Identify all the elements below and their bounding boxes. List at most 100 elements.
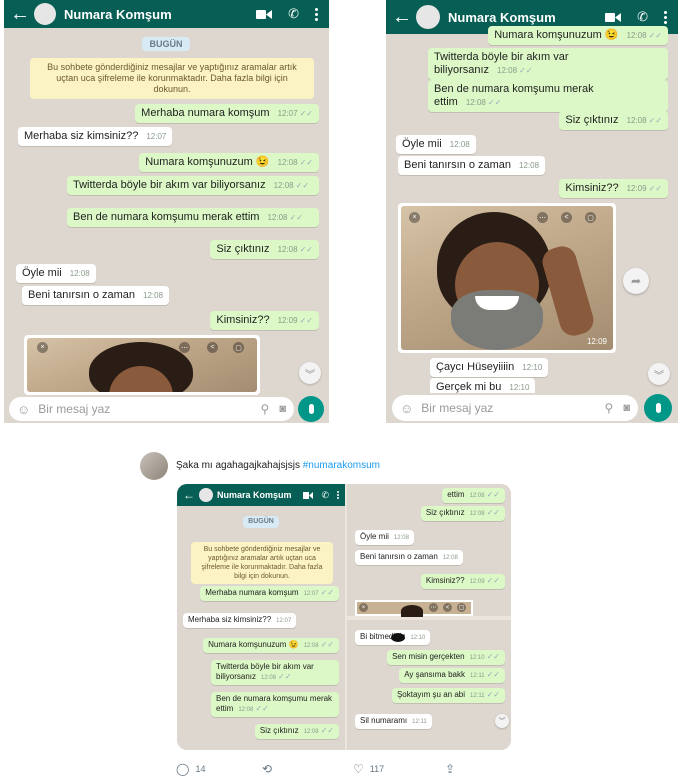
- contact-name[interactable]: Numara Komşum: [64, 7, 256, 22]
- outgoing-message[interactable]: Numara komşunuzum 😉 12:08 ✓✓: [203, 638, 339, 653]
- video-call-icon[interactable]: [605, 12, 622, 23]
- message-text: Öyle mii: [402, 138, 442, 150]
- mic-icon: [655, 403, 661, 413]
- image-close-icon[interactable]: ×: [409, 212, 420, 223]
- phone-call-icon[interactable]: ✆: [321, 490, 329, 501]
- outgoing-message[interactable]: Twitterda böyle bir akım var biliyorsanı…: [211, 660, 339, 685]
- image-save-icon[interactable]: ▢: [585, 212, 596, 223]
- outgoing-message[interactable]: Numara komşunuzum 😉 12:08 ✓✓: [139, 153, 319, 172]
- scroll-down-icon[interactable]: ︾: [299, 362, 321, 384]
- incoming-message[interactable]: Beni tanırsın o zaman 12:08: [398, 156, 546, 175]
- outgoing-message[interactable]: Kimsiniz?? 12:09 ✓✓: [559, 179, 668, 198]
- incoming-message[interactable]: Öyle mii 12:08: [355, 530, 414, 545]
- contact-avatar[interactable]: [34, 3, 56, 25]
- back-arrow-icon[interactable]: ←: [10, 3, 30, 26]
- incoming-message[interactable]: Sil numaramı 12:11: [355, 714, 432, 729]
- outgoing-message[interactable]: Siz çıktınız 12:08 ✓✓: [210, 240, 319, 259]
- menu-dots-icon[interactable]: [664, 10, 668, 24]
- outgoing-message[interactable]: Numara komşunuzum 😉 12:08 ✓✓: [488, 26, 668, 45]
- image-message[interactable]: × ⋯ < ▢ 12:09: [398, 203, 616, 353]
- share-button[interactable]: ⇪: [445, 762, 455, 776]
- input-bar: ☺ Bir mesaj yaz ⚲ ◙: [386, 393, 678, 423]
- mic-button[interactable]: [644, 394, 672, 422]
- message-time: 12:08: [465, 98, 486, 107]
- incoming-message[interactable]: Merhaba siz kimsiniz?? 12:07: [183, 613, 297, 628]
- menu-dots-icon[interactable]: [337, 491, 341, 499]
- incoming-message[interactable]: Çaycı Hüseyiiiin 12:10: [430, 358, 549, 377]
- incoming-message[interactable]: Merhaba siz kimsiniz?? 12:07: [18, 127, 173, 146]
- image-share-icon[interactable]: <: [561, 212, 572, 223]
- contact-name[interactable]: Numara Komşum: [217, 490, 303, 500]
- outgoing-message[interactable]: ettim 12:08 ✓✓: [442, 488, 505, 503]
- image-close-icon[interactable]: ×: [359, 603, 368, 612]
- message-time: 12:10: [522, 363, 543, 372]
- share-icon: ⇪: [445, 762, 456, 776]
- mic-button[interactable]: [298, 396, 324, 422]
- video-call-icon[interactable]: [256, 9, 273, 20]
- message-input[interactable]: ☺ Bir mesaj yaz ⚲ ◙: [392, 395, 638, 421]
- image-edit-icon[interactable]: ⋯: [429, 603, 438, 612]
- emoji-icon[interactable]: ☺: [400, 401, 413, 416]
- image-message-strip[interactable]: × ⋯ < ▢: [355, 600, 473, 617]
- read-receipt-icon: ✓✓: [278, 672, 292, 681]
- image-close-icon[interactable]: ×: [37, 342, 48, 353]
- like-button[interactable]: ♡ 117: [353, 762, 384, 776]
- outgoing-message[interactable]: Ben de numara komşumu merak ettim 12:08 ✓✓: [428, 80, 668, 112]
- outgoing-message[interactable]: Şoktayım şu an abi 12:11 ✓✓: [391, 688, 505, 703]
- outgoing-message[interactable]: Ben de numara komşumu merak ettim 12:08 ✓✓: [211, 692, 339, 717]
- contact-avatar[interactable]: [416, 5, 440, 29]
- image-share-icon[interactable]: <: [207, 342, 218, 353]
- scroll-down-icon[interactable]: ︾: [495, 714, 509, 728]
- encryption-notice[interactable]: Bu sohbete gönderdiğiniz mesajlar ve yap…: [30, 58, 314, 99]
- message-input[interactable]: ☺ Bir mesaj yaz ⚲ ◙: [9, 397, 294, 421]
- right-panel-top: ettim 12:08 ✓✓ Siz çıktınız 12:08 ✓✓ Öyle mii 1…: [347, 484, 511, 617]
- outgoing-message[interactable]: Kimsiniz?? 12:09 ✓✓: [420, 574, 505, 589]
- outgoing-message[interactable]: Sen misin gerçekten 12:10 ✓✓: [387, 650, 505, 665]
- outgoing-message[interactable]: Merhaba numara komşum 12:07 ✓✓: [135, 104, 319, 123]
- outgoing-message[interactable]: Siz çıktınız 12:08 ✓✓: [559, 111, 668, 130]
- back-arrow-icon[interactable]: ←: [183, 488, 195, 502]
- attach-icon[interactable]: ⚲: [261, 402, 270, 416]
- camera-icon[interactable]: ◙: [279, 403, 286, 415]
- image-share-icon[interactable]: <: [443, 603, 452, 612]
- menu-dots-icon[interactable]: [315, 7, 319, 21]
- back-arrow-icon[interactable]: ←: [392, 6, 412, 29]
- encryption-notice[interactable]: Bu sohbete gönderdiğiniz mesajlar ve yap…: [191, 542, 333, 584]
- image-time: 12:09: [586, 337, 607, 346]
- tweet-avatar[interactable]: [140, 452, 168, 480]
- tweet-hashtag[interactable]: #numarakomsum: [303, 460, 380, 471]
- attach-icon[interactable]: ⚲: [605, 401, 614, 415]
- emoji-icon[interactable]: ☺: [17, 402, 30, 417]
- outgoing-message[interactable]: Siz çıktınız 12:08 ✓✓: [420, 506, 505, 521]
- image-message[interactable]: × ⋯ < ▢: [24, 335, 260, 395]
- message-text: Numara komşunuzum 😉: [145, 156, 270, 168]
- image-save-icon[interactable]: ▢: [233, 342, 244, 353]
- outgoing-message[interactable]: Ben de numara komşumu merak ettim 12:08 ✓✓: [67, 208, 319, 227]
- phone-call-icon[interactable]: ✆: [288, 6, 299, 22]
- contact-avatar[interactable]: [199, 488, 213, 502]
- video-call-icon[interactable]: [303, 491, 314, 499]
- outgoing-message[interactable]: Merhaba numara komşum 12:07 ✓✓: [200, 586, 339, 601]
- outgoing-message[interactable]: Ay şansıma bakk 12:11 ✓✓: [399, 668, 505, 683]
- contact-name[interactable]: Numara Komşum: [448, 10, 605, 25]
- camera-icon[interactable]: ◙: [623, 402, 630, 414]
- incoming-message[interactable]: Beni tanırsın o zaman 12:08: [355, 550, 463, 565]
- message-text: Siz çıktınız: [259, 726, 299, 735]
- incoming-message[interactable]: Öyle mii 12:08: [396, 135, 476, 154]
- incoming-message[interactable]: Beni tanırsın o zaman 12:08: [22, 286, 170, 305]
- outgoing-message[interactable]: Siz çıktınız 12:08 ✓✓: [254, 724, 339, 739]
- read-receipt-icon: ✓✓: [299, 109, 313, 118]
- image-edit-icon[interactable]: ⋯: [179, 342, 190, 353]
- image-edit-icon[interactable]: ⋯: [537, 212, 548, 223]
- outgoing-message[interactable]: Kimsiniz?? 12:09 ✓✓: [210, 311, 319, 330]
- tweet-image[interactable]: ← Numara Komşum ✆ BUGÜN Bu sohbete gönde…: [177, 484, 511, 750]
- reply-button[interactable]: ◯ 14: [176, 762, 205, 776]
- outgoing-message[interactable]: Twitterda böyle bir akım var biliyorsanı…: [428, 48, 668, 80]
- scroll-down-icon[interactable]: ︾: [648, 363, 670, 385]
- image-save-icon[interactable]: ▢: [457, 603, 466, 612]
- incoming-message[interactable]: Öyle mii 12:08: [16, 264, 96, 283]
- forward-icon[interactable]: ➦: [623, 268, 649, 294]
- phone-call-icon[interactable]: ✆: [637, 9, 648, 25]
- outgoing-message[interactable]: Twitterda böyle bir akım var biliyorsanı…: [67, 176, 319, 195]
- retweet-button[interactable]: ⟲: [262, 762, 278, 776]
